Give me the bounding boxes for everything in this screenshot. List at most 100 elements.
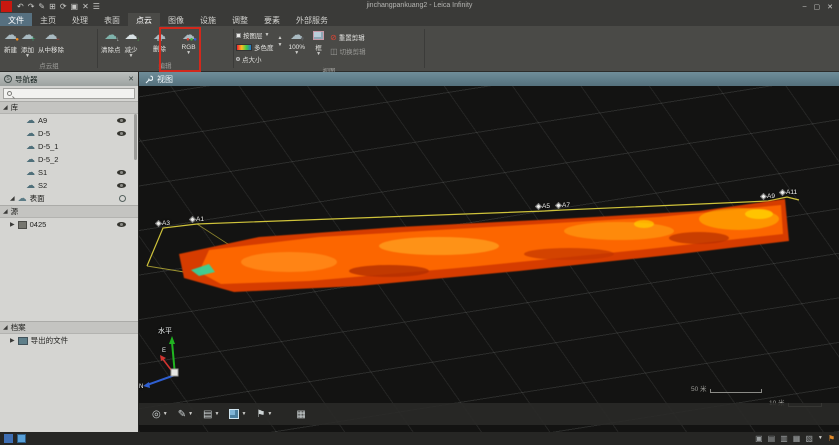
survey-marker[interactable]: A5 [536,203,550,210]
tree-section-library[interactable]: ◢ 库 [0,101,138,114]
tree-item-s1[interactable]: ☁ S1 [0,166,138,179]
status-grid-icon[interactable]: ▦ [793,434,801,443]
by-layer-dropdown[interactable]: 按图层 ▼ [236,29,274,41]
tree-item-0425[interactable]: ▶ 0425 [0,218,138,231]
visibility-eye-icon[interactable] [117,131,126,136]
tree-item-a9[interactable]: ☁ A9 [0,114,138,127]
add-window-icon[interactable]: ⊞ [49,1,56,13]
snapshot-icon[interactable]: ▣ [71,1,79,13]
close-button[interactable]: ✕ [827,3,833,11]
undo-icon[interactable]: ↶ [17,1,24,13]
expand-icon[interactable]: ◢ [10,195,15,202]
report-icon[interactable]: ☰ [93,1,100,13]
visibility-eye-icon[interactable] [117,170,126,175]
title-bar: ↶ ↷ ✎ ⊞ ⟳ ▣ ✕ ☰ jinchangpankuang2 - Leic… [0,0,839,13]
tree-section-archive[interactable]: ◢ 档案 [0,321,138,334]
tab-pointcloud[interactable]: 点云 [128,13,160,26]
minimize-button[interactable]: – [803,3,807,11]
expand-icon[interactable]: ▶ [10,337,15,344]
status-view-icon[interactable]: ▣ [755,434,763,443]
clip-box-button[interactable]: 框 ▼ [311,28,326,57]
expand-icon[interactable]: ◢ [3,324,8,331]
tab-image[interactable]: 图像 [160,13,192,26]
marker-dot-icon [535,203,542,210]
status-table-icon[interactable]: ▥ [780,434,788,443]
add-to-pointcloud-button[interactable]: ☁＋ 添加 ▼ [19,28,36,59]
survey-marker[interactable]: A7 [556,202,570,209]
delete-icon[interactable]: ✕ [82,1,89,13]
status-alert-icon[interactable]: ⚑ [828,434,835,443]
tab-adjustment[interactable]: 调整 [224,13,256,26]
tab-features[interactable]: 要素 [256,13,288,26]
survey-marker[interactable]: A1 [190,216,204,223]
tree-item-surfaces[interactable]: ◢ ☁ 表面 [0,192,138,205]
visibility-eye-icon[interactable] [117,118,126,123]
reset-clip-button[interactable]: ⊘ 重置剪辑 [330,31,366,43]
status-panel-icon[interactable]: ▧ [805,434,813,443]
viewport-3d[interactable]: 视图 [139,72,839,432]
clear-points-button[interactable]: ☁↓ 清除点 [99,28,123,54]
point-size-option[interactable]: 点大小 [236,53,274,65]
axis-east-label: E [162,348,166,354]
status-project-icon[interactable] [4,434,13,443]
refresh-icon[interactable]: ⟳ [60,1,67,13]
expand-icon[interactable]: ▶ [10,221,15,228]
viewport-canvas[interactable]: A3 A1 A5 A7 A9 A11 水平 [139,86,839,432]
delete-points-button[interactable]: ☁ 删除 [140,28,180,53]
new-pointcloud-button[interactable]: ☁● 新建 [2,28,19,54]
switch-clip-button[interactable]: ◫ 切换剪辑 [330,45,366,57]
survey-marker[interactable]: A11 [780,189,797,196]
tree-item-d5-1[interactable]: ☁ D-5_1 [0,140,138,153]
remove-from-pointcloud-button[interactable]: ☁− 从中移除 [36,28,66,54]
tree-item-d5-2[interactable]: ☁ D-5_2 [0,153,138,166]
tab-external-services[interactable]: 外部服务 [288,13,336,26]
cloud-delete-icon: ☁ [153,28,166,44]
view-cube-button[interactable]: ▼ [226,409,249,419]
toggle-icon: ◫ [330,47,338,56]
tree-item-s2[interactable]: ☁ S2 [0,179,138,192]
pointcloud-icon: ☁ [26,142,35,151]
radio-icon[interactable] [236,57,240,61]
grid-toggle-button[interactable]: ▦ [293,409,308,420]
survey-marker[interactable]: A3 [156,220,170,227]
scrollbar-thumb[interactable] [134,114,137,160]
navigator-search[interactable] [3,88,135,99]
chevron-down-icon: ▼ [294,51,299,56]
survey-marker[interactable]: A9 [761,193,775,200]
status-report-icon[interactable]: ▤ [768,434,776,443]
checkbox-icon[interactable] [236,33,241,38]
visibility-eye-icon[interactable] [117,222,126,227]
orbit-tool-button[interactable]: ◎ ▼ [149,409,171,420]
selection-tool-button[interactable]: ▤ ▼ [200,409,222,420]
expand-icon[interactable]: ◢ [3,208,8,215]
maximize-button[interactable]: ▢ [814,3,821,11]
multi-color-option[interactable]: 多色度 [236,41,274,53]
chevron-down-icon: ▼ [241,412,246,417]
tree-item-d5[interactable]: ☁ D-5 [0,127,138,140]
surface-icon: ☁ [18,194,27,203]
tab-surface[interactable]: 表面 [96,13,128,26]
tree-item-exported-files[interactable]: ▶ 导出的文件 [0,334,138,347]
pointcloud-icon: ☁ [26,155,35,164]
flag-icon: ⚑ [256,409,265,420]
flag-tool-button[interactable]: ⚑ ▼ [253,409,275,420]
tab-infrastructure[interactable]: 设施 [192,13,224,26]
box-icon [313,31,324,40]
redo-icon[interactable]: ↷ [28,1,35,13]
tab-file[interactable]: 文件 [0,13,32,26]
marker-dot-icon [155,220,162,227]
point-size-stepper[interactable]: ▲ ▼ [278,28,283,48]
status-layers-icon[interactable] [17,434,26,443]
visibility-eye-icon[interactable] [117,183,126,188]
tab-home[interactable]: 主页 [32,13,64,26]
reduce-points-button[interactable]: ☁↓ 减少 ▼ [123,28,140,59]
expand-icon[interactable]: ◢ [3,104,8,111]
panel-pin-icon[interactable]: ✕ [128,75,134,83]
edit-icon[interactable]: ✎ [38,1,45,13]
chevron-down-icon: ▼ [278,43,283,48]
measure-tool-button[interactable]: ✎ ▼ [175,409,196,420]
tree-section-source[interactable]: ◢ 源 [0,205,138,218]
zoom-100-button[interactable]: ☁▼ 100% ▼ [286,28,307,56]
tab-processing[interactable]: 处理 [64,13,96,26]
rgb-color-button[interactable]: ☁●●● RGB ▼ [180,28,198,56]
